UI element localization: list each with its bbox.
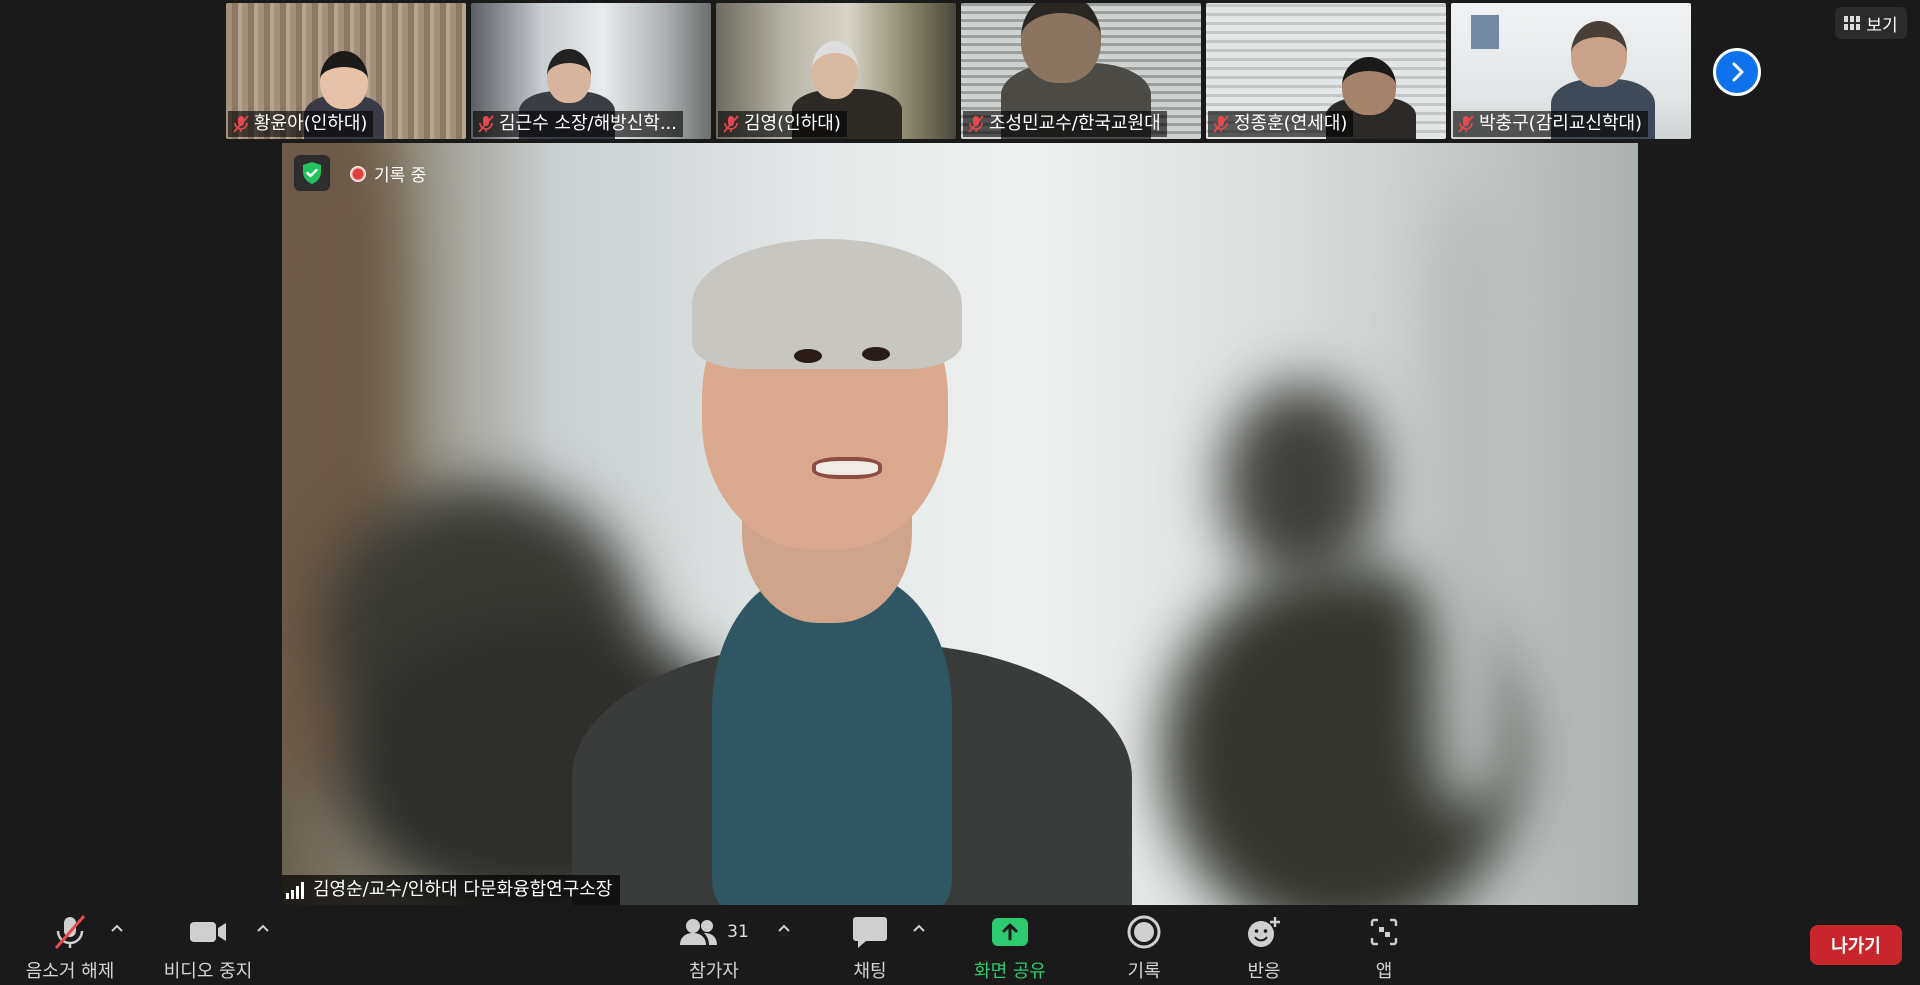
participant-name-tag: 정종훈(연세대) bbox=[1208, 111, 1354, 137]
record-label: 기록 bbox=[1127, 961, 1161, 982]
chevron-up-icon bbox=[778, 924, 790, 932]
share-screen-icon bbox=[992, 918, 1028, 946]
mic-muted-icon bbox=[54, 915, 86, 949]
participant-name-tag: 박충구(감리교신학대) bbox=[1453, 111, 1649, 137]
participant-tile[interactable]: 조성민교수/한국교원대 bbox=[961, 3, 1201, 139]
chevron-right-icon bbox=[1732, 62, 1744, 82]
reactions-button[interactable]: 반응 bbox=[1214, 911, 1314, 983]
reactions-label: 반응 bbox=[1247, 961, 1281, 982]
unmute-label: 음소거 해제 bbox=[25, 961, 115, 982]
chevron-up-icon bbox=[111, 924, 123, 932]
next-page-button[interactable] bbox=[1713, 48, 1761, 96]
participant-name: 박충구(감리교신학대) bbox=[1479, 113, 1643, 134]
chevron-up-icon bbox=[913, 924, 925, 932]
mic-muted-icon bbox=[1213, 115, 1229, 133]
share-screen-button[interactable]: 화면 공유 bbox=[960, 911, 1060, 983]
participants-button[interactable]: 31 참가자 bbox=[664, 911, 764, 983]
participants-label: 참가자 bbox=[689, 961, 739, 982]
participant-tile[interactable]: 황윤아(인하대) bbox=[226, 3, 466, 139]
participant-tile[interactable]: 김영(인하대) bbox=[716, 3, 956, 139]
participant-thumbnail-strip: 황윤아(인하대) 김근수 소장/해방신학... 김영(인하대) 조성민교수/한국… bbox=[226, 3, 1696, 139]
participant-name: 조성민교수/한국교원대 bbox=[989, 113, 1161, 134]
participant-name: 김근수 소장/해방신학... bbox=[499, 113, 677, 134]
meeting-toolbar: 음소거 해제 비디오 중지 31 참가자 채팅 화면 공유 기록 반응 앱 bbox=[0, 905, 1920, 985]
participant-tile[interactable]: 김근수 소장/해방신학... bbox=[471, 3, 711, 139]
signal-bars-icon bbox=[286, 882, 304, 899]
view-button[interactable]: 보기 bbox=[1835, 7, 1907, 39]
participant-name-tag: 황윤아(인하대) bbox=[228, 111, 374, 137]
mic-muted-icon bbox=[968, 115, 984, 133]
chevron-up-icon bbox=[257, 924, 269, 932]
video-camera-icon bbox=[190, 922, 226, 942]
speaker-name-tag: 김영순/교수/인하대 다문화융합연구소장 bbox=[282, 875, 621, 905]
shield-check-icon bbox=[303, 162, 321, 184]
zoom-meeting-window: 황윤아(인하대) 김근수 소장/해방신학... 김영(인하대) 조성민교수/한국… bbox=[0, 0, 1920, 985]
chat-label: 채팅 bbox=[853, 961, 887, 982]
record-icon bbox=[1127, 915, 1161, 949]
recording-label: 기록 중 bbox=[374, 166, 427, 186]
apps-icon bbox=[1370, 918, 1398, 946]
leave-meeting-button[interactable]: 나가기 bbox=[1810, 925, 1902, 965]
participants-options-caret[interactable] bbox=[775, 919, 793, 937]
apps-button[interactable]: 앱 bbox=[1334, 911, 1434, 983]
mic-muted-icon bbox=[1458, 115, 1474, 133]
security-shield-button[interactable] bbox=[294, 155, 330, 191]
participant-name-tag: 조성민교수/한국교원대 bbox=[963, 111, 1167, 137]
record-button[interactable]: 기록 bbox=[1094, 911, 1194, 983]
grid-icon bbox=[1844, 16, 1861, 30]
chat-button[interactable]: 채팅 bbox=[820, 911, 920, 983]
smiley-plus-icon bbox=[1248, 917, 1280, 947]
view-button-label: 보기 bbox=[1866, 15, 1898, 36]
stop-video-button[interactable]: 비디오 중지 bbox=[158, 911, 258, 983]
active-speaker-video[interactable]: 기록 중 김영순/교수/인하대 다문화융합연구소장 bbox=[282, 143, 1638, 905]
recording-indicator[interactable]: 기록 중 bbox=[350, 161, 426, 186]
participant-name: 정종훈(연세대) bbox=[1234, 113, 1348, 134]
video-options-caret[interactable] bbox=[254, 919, 272, 937]
mic-muted-icon bbox=[478, 115, 494, 133]
chat-bubble-icon bbox=[853, 917, 887, 948]
participant-name-tag: 김근수 소장/해방신학... bbox=[473, 111, 683, 137]
record-dot-icon bbox=[350, 165, 366, 182]
mic-muted-icon bbox=[723, 115, 739, 133]
participant-name-tag: 김영(인하대) bbox=[718, 111, 847, 137]
speaker-name: 김영순/교수/인하대 다문화융합연구소장 bbox=[313, 879, 613, 900]
chat-options-caret[interactable] bbox=[910, 919, 928, 937]
participants-icon bbox=[680, 919, 718, 945]
mic-muted-icon bbox=[233, 115, 249, 133]
share-screen-label: 화면 공유 bbox=[974, 961, 1046, 982]
stop-video-label: 비디오 중지 bbox=[163, 961, 253, 982]
participants-count: 31 bbox=[727, 922, 749, 942]
apps-label: 앱 bbox=[1375, 961, 1393, 982]
participant-tile[interactable]: 정종훈(연세대) bbox=[1206, 3, 1446, 139]
participant-name: 황윤아(인하대) bbox=[254, 113, 368, 134]
participant-tile[interactable]: 박충구(감리교신학대) bbox=[1451, 3, 1691, 139]
unmute-button[interactable]: 음소거 해제 bbox=[20, 911, 120, 983]
participant-name: 김영(인하대) bbox=[744, 113, 841, 134]
audio-options-caret[interactable] bbox=[108, 919, 126, 937]
